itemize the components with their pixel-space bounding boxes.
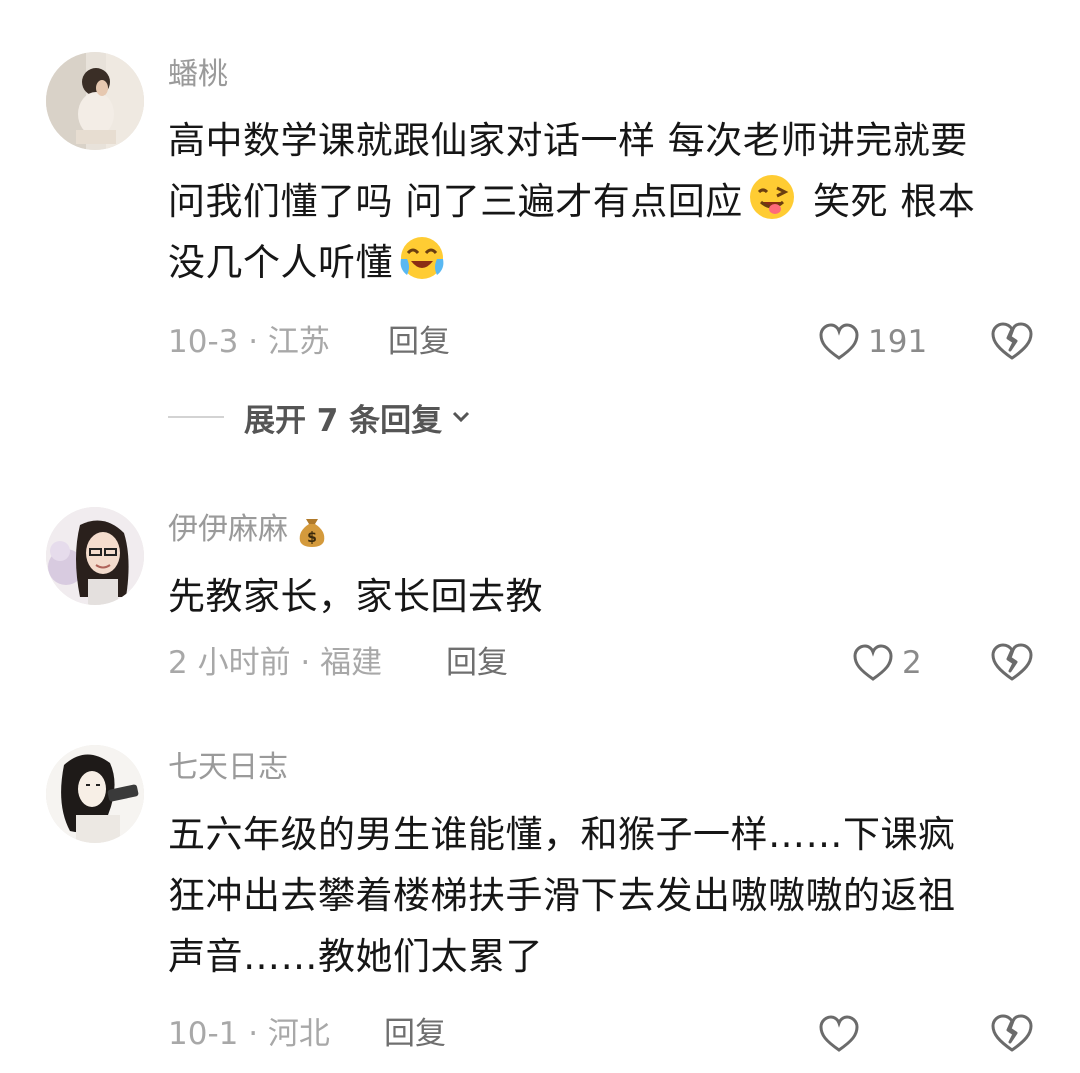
dislike-button[interactable] [990, 641, 1034, 685]
winking-tongue-face-icon [749, 175, 794, 219]
username[interactable]: 蟠桃 [168, 55, 228, 95]
like-count: 191 [868, 324, 928, 360]
comment-meta: 10-3 · 江苏 [168, 324, 330, 360]
dislike-button[interactable] [990, 1012, 1034, 1056]
comment-line: 声音……教她们太累了 [168, 935, 543, 978]
username[interactable]: 伊伊麻麻 $ [168, 510, 330, 550]
reply-button[interactable]: 回复 [446, 643, 508, 683]
expand-replies-button[interactable]: 展开 7 条回复 [168, 395, 472, 439]
avatar[interactable] [46, 507, 144, 605]
broken-heart-icon [991, 322, 1033, 360]
svg-text:$: $ [307, 530, 317, 546]
expand-replies-label: 展开 7 条回复 [244, 402, 443, 439]
like-button[interactable] [818, 1012, 860, 1056]
broken-heart-icon [991, 1014, 1033, 1052]
comment-line: 五六年级的男生谁能懂，和猴子一样……下课疯 [168, 813, 956, 856]
broken-heart-icon [991, 643, 1033, 681]
comment-line: 高中数学课就跟仙家对话一样 每次老师讲完就要 [168, 119, 968, 162]
comment-text: 高中数学课就跟仙家对话一样 每次老师讲完就要 问我们懂了吗 问了三遍才有点回应 … [168, 110, 1048, 293]
username[interactable]: 七天日志 [168, 748, 288, 788]
comment-meta: 10-1 · 河北 [168, 1016, 330, 1052]
avatar[interactable] [46, 52, 144, 150]
comment-section: 蟠桃 高中数学课就跟仙家对话一样 每次老师讲完就要 问我们懂了吗 问了三遍才有点… [0, 0, 1080, 1073]
comment-meta: 2 小时前 · 福建 [168, 645, 383, 681]
like-count: 2 [902, 645, 922, 681]
comment-text: 五六年级的男生谁能懂，和猴子一样……下课疯 狂冲出去攀着楼梯扶手滑下去发出嗷嗷嗷… [168, 804, 1048, 987]
crying-laughing-face-icon [400, 237, 444, 279]
reply-button[interactable]: 回复 [384, 1014, 446, 1054]
divider [168, 416, 224, 418]
dislike-button[interactable] [990, 320, 1034, 364]
like-button[interactable]: 191 [818, 320, 927, 364]
reply-button[interactable]: 回复 [388, 322, 450, 362]
heart-icon [819, 1015, 859, 1052]
heart-icon [819, 323, 859, 360]
comment-line: 先教家长，家长回去教 [168, 575, 543, 618]
comment-line: 没几个人听懂 [168, 232, 1048, 293]
avatar[interactable] [46, 745, 144, 843]
money-bag-icon: $ [299, 518, 325, 547]
heart-icon [853, 644, 893, 681]
chevron-down-icon [453, 411, 470, 423]
like-button[interactable]: 2 [852, 641, 922, 685]
comment-line: 问我们懂了吗 问了三遍才有点回应 笑死 根本 [168, 171, 1048, 232]
comment-line: 狂冲出去攀着楼梯扶手滑下去发出嗷嗷嗷的返祖 [168, 874, 956, 917]
comment-text: 先教家长，家长回去教 [168, 566, 1048, 627]
